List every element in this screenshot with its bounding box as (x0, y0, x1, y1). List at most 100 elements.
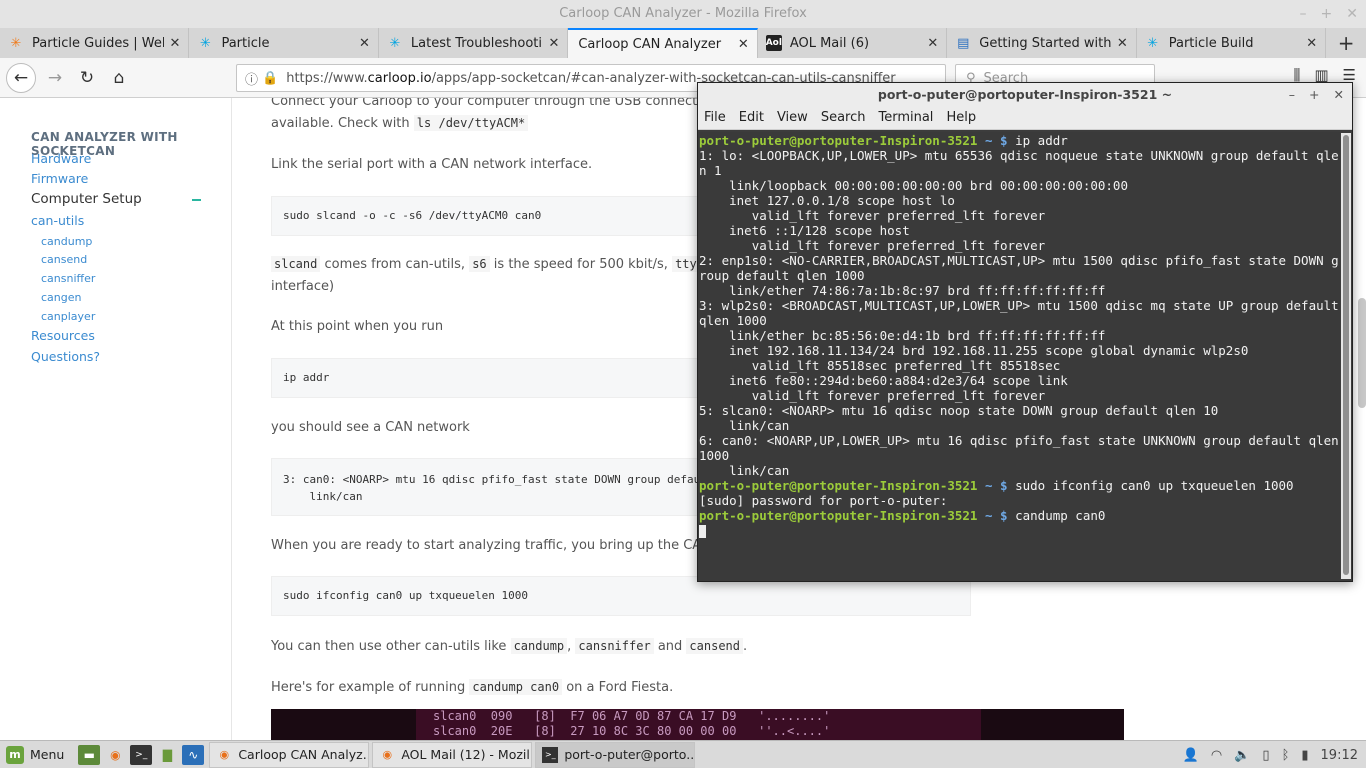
sidebar-item-computer-setup[interactable]: Computer Setup (31, 191, 142, 207)
aol-icon: Aol (766, 35, 782, 51)
tab-close-icon[interactable]: ✕ (1306, 36, 1317, 51)
prompt-symbol: ~ $ (984, 478, 1008, 493)
firefox-icon: ◉ (382, 748, 393, 761)
sidebar-item-cansend[interactable]: cansend (41, 253, 87, 266)
inline-code: slcand (271, 256, 321, 272)
prompt-symbol: ~ $ (984, 133, 1008, 148)
sidebar-item-canplayer[interactable]: canplayer (41, 310, 95, 323)
task-label: AOL Mail (12) - Mozil... (401, 747, 533, 762)
clipboard-icon[interactable]: ▯ (1262, 748, 1269, 763)
close-icon[interactable]: ✕ (1334, 83, 1344, 106)
url-domain: carloop.io (367, 70, 432, 86)
task-label: port-o-puter@porto... (564, 747, 696, 762)
menu-edit[interactable]: Edit (739, 110, 764, 125)
window-title: Carloop CAN Analyzer - Mozilla Firefox (559, 6, 807, 21)
terminal-icon: >_ (542, 746, 559, 763)
sidebar-item-cansniffer[interactable]: cansniffer (41, 272, 95, 285)
mint-logo-icon: m (6, 745, 24, 764)
paragraph: At this point when you run (271, 319, 444, 334)
menu-help[interactable]: Help (946, 110, 976, 125)
inline-code: candump can0 (469, 679, 563, 695)
sidebar-item-resources[interactable]: Resources (31, 328, 95, 343)
tab-close-icon[interactable]: ✕ (359, 36, 370, 51)
paragraph: Connect your Carloop to your computer th… (271, 98, 746, 109)
menu-label: Menu (30, 747, 65, 762)
tab[interactable]: Aol AOL Mail (6) ✕ (758, 28, 948, 58)
paragraph: you should see a CAN network (271, 420, 470, 435)
tab[interactable]: ▤ Getting Started with Ca ✕ (947, 28, 1137, 58)
back-button[interactable]: ← (6, 63, 36, 93)
inline-code: cansend (686, 638, 743, 654)
tab-close-icon[interactable]: ✕ (548, 36, 559, 51)
page-scrollbar[interactable] (1358, 298, 1366, 408)
paragraph-text: Here's for example of running (271, 680, 466, 695)
menu-terminal[interactable]: Terminal (878, 110, 933, 125)
scrollbar-thumb[interactable] (1343, 135, 1349, 575)
sidebar-item-questions[interactable]: Questions? (31, 349, 100, 364)
wifi-icon[interactable]: ◠ (1211, 748, 1222, 763)
tab-close-icon[interactable]: ✕ (1117, 36, 1128, 51)
tab-close-icon[interactable]: ✕ (927, 36, 938, 51)
start-menu-button[interactable]: m Menu (0, 741, 76, 768)
battery-icon[interactable]: ▮ (1301, 748, 1308, 763)
terminal-scrollbar[interactable] (1341, 133, 1351, 579)
particle-star-icon: ✳ (200, 35, 211, 51)
menu-view[interactable]: View (777, 110, 808, 125)
tab[interactable]: ✳ Particle Guides | Web I ✕ (0, 28, 190, 58)
terminal-icon[interactable]: >_ (130, 744, 153, 765)
particle-star-icon: ✳ (389, 35, 401, 51)
forward-button[interactable]: → (40, 63, 70, 93)
tab-close-icon[interactable]: ✕ (738, 37, 749, 52)
sidebar-item-can-utils[interactable]: can-utils (31, 213, 84, 228)
tab[interactable]: ✳ Particle Build ✕ (1137, 28, 1327, 58)
terminal-command: ip addr (1015, 133, 1068, 148)
sidebar-item-firmware[interactable]: Firmware (31, 171, 88, 186)
tab[interactable]: ✳ Latest Troubleshooting ✕ (379, 28, 569, 58)
show-desktop-icon[interactable]: ▬ (78, 744, 101, 765)
task-label: Carloop CAN Analyz... (238, 747, 370, 762)
terminal-title-bar: port-o-puter@portoputer-Inspiron-3521 ~ … (698, 83, 1352, 106)
arrow-right-icon: → (47, 68, 63, 88)
clock[interactable]: 19:12 (1321, 748, 1358, 763)
reload-button[interactable]: ↻ (72, 63, 102, 93)
paragraph-text: on a Ford Fiesta. (566, 680, 674, 695)
close-icon[interactable]: ✕ (1346, 0, 1358, 28)
maximize-icon[interactable]: + (1309, 83, 1319, 106)
taskbar-item-terminal[interactable]: >_ port-o-puter@porto... (535, 741, 696, 768)
tab-label: Particle Guides | Web I (32, 35, 164, 51)
firefox-icon[interactable]: ◉ (104, 745, 126, 765)
inline-code: ls /dev/ttyACM* (413, 115, 529, 131)
folder-icon[interactable]: ▇ (156, 745, 178, 765)
collapse-dash-icon[interactable] (192, 199, 201, 201)
home-button[interactable]: ⌂ (104, 63, 134, 93)
inline-code: cansniffer (575, 638, 654, 654)
menu-search[interactable]: Search (821, 110, 866, 125)
system-monitor-icon[interactable]: ∿ (182, 744, 205, 765)
tab-active[interactable]: Carloop CAN Analyzer ✕ (568, 28, 758, 58)
book-icon: ▤ (957, 35, 970, 51)
paragraph: Here's for example of running candump ca… (271, 679, 674, 695)
paragraph-text: is the speed for 500 kbit/s, (493, 257, 668, 272)
sidebar-item-hardware[interactable]: Hardware (31, 151, 91, 166)
bluetooth-icon[interactable]: ᛒ (1282, 748, 1290, 763)
sidebar-item-candump[interactable]: candump (41, 235, 92, 248)
new-tab-button[interactable]: + (1326, 28, 1366, 58)
taskbar-item-firefox[interactable]: ◉ Carloop CAN Analyz... (209, 741, 370, 768)
tab-close-icon[interactable]: ✕ (170, 36, 181, 51)
maximize-icon[interactable]: + (1321, 0, 1333, 28)
menu-file[interactable]: File (704, 110, 726, 125)
sidebar-item-cangen[interactable]: cangen (41, 291, 81, 304)
taskbar-item-aol-mail[interactable]: ◉ AOL Mail (12) - Mozil... (372, 741, 533, 768)
info-icon[interactable]: ⓘ (245, 69, 258, 88)
minimize-icon[interactable]: – (1289, 83, 1295, 106)
user-icon[interactable]: 👤 (1183, 748, 1199, 763)
home-icon: ⌂ (113, 68, 125, 88)
terminal-window: port-o-puter@portoputer-Inspiron-3521 ~ … (697, 82, 1353, 582)
terminal-cursor (699, 525, 706, 538)
tab[interactable]: ✳ Particle ✕ (189, 28, 379, 58)
particle-star-icon: ✳ (1147, 35, 1159, 51)
terminal-output[interactable]: port-o-puter@portoputer-Inspiron-3521 ~ … (698, 132, 1340, 581)
volume-icon[interactable]: 🔈 (1234, 748, 1250, 763)
minimize-icon[interactable]: – (1300, 0, 1307, 28)
tab-label: AOL Mail (6) (789, 35, 870, 51)
